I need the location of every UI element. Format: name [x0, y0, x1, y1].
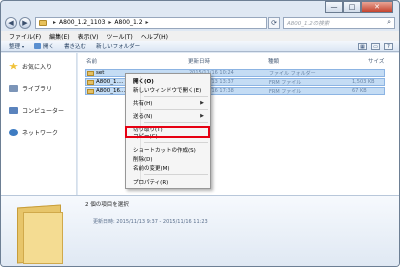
address-bar[interactable]: ▸ A800_1.2_1103 ▸ A800_1.2 ▸: [35, 16, 267, 29]
menu-edit[interactable]: 編集(E): [49, 32, 69, 41]
breadcrumb-item[interactable]: A800_1.2_1103: [59, 19, 105, 26]
star-icon: [9, 62, 18, 70]
menu-help[interactable]: ヘルプ(H): [141, 32, 168, 41]
menu-tools[interactable]: ツール(T): [106, 32, 132, 41]
file-size: 67 KB: [352, 88, 367, 94]
file-size: 1,503 KB: [352, 79, 375, 85]
menu-item-share[interactable]: 共有(H) ▶: [128, 98, 208, 107]
column-date[interactable]: 更新日時: [188, 57, 210, 65]
open-label: 開く: [43, 44, 55, 50]
refresh-icon: ⟳: [271, 18, 277, 27]
file-type: ファイル フォルダー: [269, 71, 316, 77]
column-type[interactable]: 種類: [268, 57, 279, 65]
menu-bar: ファイル(F) 編集(E) 表示(V) ツール(T) ヘルプ(H): [1, 31, 399, 41]
toolbar-right-icons: ▦ ▭ ?: [354, 43, 393, 50]
copy-highlight-annotation: [125, 126, 210, 138]
help-icon[interactable]: ?: [384, 43, 393, 50]
breadcrumb-separator: ▸: [53, 19, 57, 26]
menu-file[interactable]: ファイル(F): [9, 32, 41, 41]
column-size[interactable]: サイズ: [368, 57, 384, 65]
forward-button[interactable]: ▶: [19, 16, 31, 29]
computer-icon: [9, 106, 18, 114]
view-options-icon[interactable]: ▦: [358, 43, 367, 50]
open-button[interactable]: 開く: [34, 42, 54, 50]
new-folder-button[interactable]: 新しいフォルダー: [96, 42, 140, 50]
submenu-arrow-icon: ▶: [200, 99, 204, 106]
file-icon: [87, 79, 94, 85]
breadcrumb-item[interactable]: A800_1.2: [114, 19, 142, 26]
nav-label: ネットワーク: [22, 129, 59, 137]
organize-label: 整理: [9, 44, 21, 50]
file-name: set: [96, 70, 105, 76]
close-button[interactable]: ✕: [361, 1, 393, 13]
forward-arrow-icon: ▶: [22, 18, 28, 27]
nav-libraries[interactable]: ライブラリ: [1, 83, 76, 93]
menu-item-delete[interactable]: 削除(D): [128, 154, 208, 163]
folder-icon: [39, 19, 47, 26]
details-pane: 2 個の項目を選択 更新日時: 2015/11/13 9:37 - 2015/1…: [1, 195, 399, 266]
menu-item-send-to[interactable]: 送る(N) ▶: [128, 111, 208, 120]
library-icon: [9, 84, 18, 92]
file-icon: [87, 88, 94, 94]
menu-item-properties[interactable]: プロパティ(R): [128, 177, 208, 186]
modified-date-range: 更新日時: 2015/11/13 9:37 - 2015/11/16 11:23: [93, 219, 208, 225]
menu-divider: [144, 174, 208, 175]
menu-divider: [144, 96, 208, 97]
file-type: FRM ファイル: [269, 89, 302, 95]
menu-item-open[interactable]: 開く(O): [128, 76, 208, 85]
navigation-pane: お気に入り ライブラリ コンピューター ネットワーク: [1, 53, 77, 195]
column-headers: 名前 更新日時 種類 サイズ: [78, 57, 399, 66]
menu-item-rename[interactable]: 名前の変更(M): [128, 163, 208, 172]
explorer-window: — □ ✕ ◀ ▶ ▸ A800_1.2_1103 ▸ A800_1.2 ▸ ⟳…: [0, 0, 400, 267]
menu-item-open-new-window[interactable]: 新しいウィンドウで開く(E): [128, 85, 208, 94]
back-button[interactable]: ◀: [5, 16, 17, 29]
maximize-button[interactable]: □: [343, 1, 361, 13]
command-bar: 整理 ▾ 開く 書き込む 新しいフォルダー ▦ ▭ ?: [1, 41, 399, 52]
nav-network[interactable]: ネットワーク: [1, 127, 76, 137]
nav-computer[interactable]: コンピューター: [1, 105, 76, 115]
folder-icon: [87, 70, 94, 76]
menu-item-create-shortcut[interactable]: ショートカットの作成(S): [128, 145, 208, 154]
network-icon: [9, 128, 18, 136]
menu-view[interactable]: 表示(V): [78, 32, 99, 41]
preview-pane-icon[interactable]: ▭: [371, 43, 380, 50]
search-icon: ⌕: [387, 18, 391, 26]
nav-label: コンピューター: [22, 107, 65, 115]
menu-item-label: 共有(H): [133, 100, 153, 107]
nav-favorites[interactable]: お気に入り: [1, 61, 76, 71]
file-name: A800_16...: [96, 88, 126, 94]
file-type: FRM ファイル: [269, 80, 302, 86]
back-arrow-icon: ◀: [8, 18, 14, 27]
breadcrumb-separator: ▸: [145, 19, 149, 26]
burn-button[interactable]: 書き込む: [64, 42, 86, 50]
menu-divider: [144, 142, 208, 143]
nav-label: ライブラリ: [22, 85, 53, 93]
menu-item-label: 送る(N): [133, 113, 153, 120]
menu-divider: [144, 122, 208, 123]
search-placeholder: A800_1.2の検索: [287, 20, 330, 27]
new-folder-label: 新しいフォルダー: [96, 44, 141, 50]
file-name: A800_1....: [96, 79, 124, 85]
menu-divider: [144, 109, 208, 110]
nav-label: お気に入り: [22, 63, 53, 71]
folder-thumbnail-icon: [23, 212, 63, 264]
minimize-button[interactable]: —: [325, 1, 343, 13]
address-row: ◀ ▶ ▸ A800_1.2_1103 ▸ A800_1.2 ▸ ⟳ A800_…: [5, 16, 395, 29]
open-icon: [34, 43, 42, 49]
column-name[interactable]: 名前: [86, 57, 97, 65]
refresh-button[interactable]: ⟳: [268, 16, 280, 29]
selection-count: 2 個の項目を選択: [85, 202, 129, 208]
breadcrumb-separator: ▸: [108, 19, 112, 26]
search-input[interactable]: A800_1.2の検索 ⌕: [283, 16, 395, 29]
burn-label: 書き込む: [64, 44, 87, 50]
chevron-down-icon: ▾: [22, 43, 25, 49]
organize-button[interactable]: 整理 ▾: [9, 42, 25, 51]
window-caption-buttons: — □ ✕: [325, 1, 393, 14]
submenu-arrow-icon: ▶: [200, 112, 204, 119]
